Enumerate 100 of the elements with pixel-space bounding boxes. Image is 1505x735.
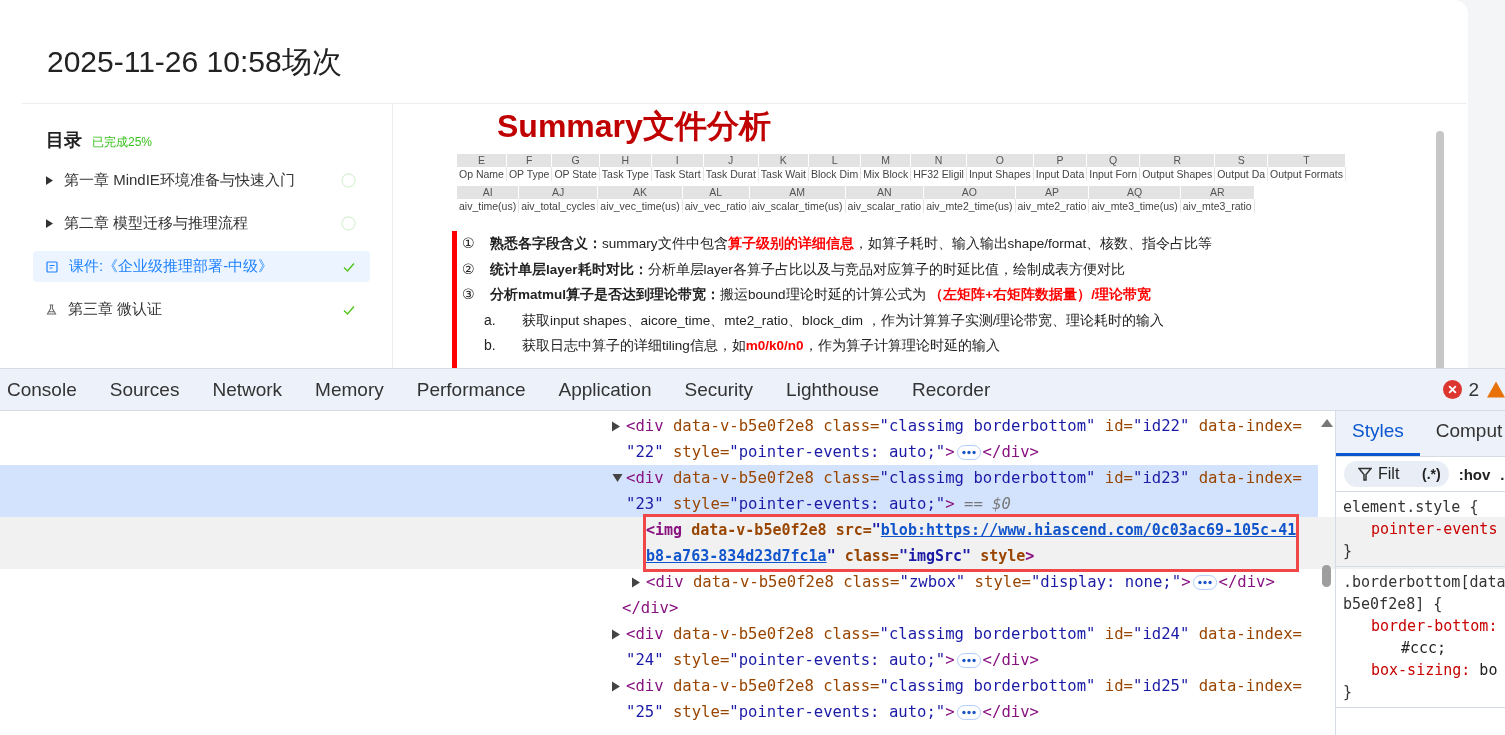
column-header: Block Dim (808, 167, 861, 181)
column-letter: AK (597, 186, 683, 199)
regex-toggle[interactable]: (.*) (1422, 466, 1441, 482)
ellipsis-icon[interactable] (956, 444, 981, 460)
toc-item[interactable]: 第一章 MindIE环境准备与快速入门 (33, 165, 370, 196)
flask-icon (46, 304, 57, 315)
column-letter: O (966, 154, 1034, 167)
column-letter: AQ (1088, 186, 1181, 199)
page-title: 2025-11-26 10:58场次 (22, 0, 1467, 104)
style-rule-line: #ccc; (1400, 638, 1448, 659)
bullet-point: ② 统计单层layer耗时对比：分析单层layer各算子占比以及与竞品对应算子的时延比值，绘制成表方便对比 (462, 259, 1126, 279)
style-rule-line: b5e0f2e8] { (1343, 594, 1444, 615)
style-rule-line: box-sizing: bo (1370, 660, 1499, 681)
toc-item[interactable]: 第三章 微认证 (33, 294, 370, 325)
column-letter: AM (749, 186, 846, 199)
toc-item[interactable]: 课件:《企业级推理部署-中级》 (33, 251, 370, 282)
devtools-tab[interactable]: Sources (109, 378, 180, 401)
devtools-tab[interactable]: Security (684, 378, 754, 401)
column-header: aiv_time(us) (457, 199, 519, 213)
collapse-arrow-icon[interactable] (632, 576, 640, 588)
devtools-tab[interactable]: Recorder (912, 378, 991, 401)
code-line: <div data-v-b5e0f2e8 class="classimg borderbottom" id="id25" data-index= (626, 676, 1302, 697)
more-toggle[interactable]: . (1500, 465, 1505, 483)
bullet-point: a. 获取input shapes、aicore_time、mte2_ratio、block_dim ，作为计算算子实测/理论带宽、理论耗时的输入 (483, 310, 1166, 330)
scrollbar-thumb[interactable] (1436, 131, 1444, 368)
devtools-tab[interactable]: Lighthouse (786, 378, 880, 401)
column-letter: R (1139, 154, 1215, 167)
column-letter: L (808, 154, 861, 167)
style-rule-line: pointer-events (1370, 519, 1499, 540)
style-rule-line: border-bottom: (1370, 616, 1499, 637)
column-header: aiv_total_cycles (518, 199, 598, 213)
ellipsis-icon[interactable] (1192, 574, 1217, 590)
devtools-tab[interactable]: Console (7, 378, 77, 401)
column-header: Input Shapes (966, 167, 1034, 181)
column-letter: AR (1180, 186, 1255, 199)
column-header: Task Durat (703, 167, 759, 181)
hover-toggle[interactable]: :hov (1458, 465, 1491, 483)
code-line: "22" style="pointer-events: auto;"> </div> (626, 442, 1040, 463)
column-letter: K (758, 154, 809, 167)
devtools-tab[interactable]: Memory (315, 378, 384, 401)
warning-icon[interactable] (1487, 381, 1505, 398)
filter-field[interactable]: Filt (.*) (1344, 461, 1449, 487)
column-letter: F (506, 154, 552, 167)
scroll-up-icon[interactable] (1320, 419, 1333, 427)
column-letter: AP (1015, 186, 1089, 199)
document-icon (46, 260, 58, 273)
expand-arrow-icon[interactable] (612, 474, 623, 482)
code-line: </div> (622, 598, 679, 619)
error-count[interactable]: 2 (1468, 378, 1479, 401)
slide-title: Summary文件分析 (496, 108, 772, 144)
ellipsis-icon[interactable] (956, 704, 981, 720)
ellipsis-icon[interactable] (956, 652, 981, 668)
devtools-tab[interactable]: Performance (416, 378, 526, 401)
column-header: aiv_scalar_time(us) (749, 199, 846, 213)
column-header: aiv_scalar_ratio (845, 199, 924, 213)
bullet-point: ③ 分析matmul算子是否达到理论带宽：搬运bound理论时延的计算公式为 （左矩阵+右矩阵数据量）/理论带宽 (462, 285, 1152, 304)
column-header: Task Start (651, 167, 704, 181)
bullet-point: ① 熟悉各字段含义：summary文件中包含算子级别的详细信息，如算子耗时、输入输出shape/format、核数、指令占比等 (462, 234, 1214, 253)
column-letter: M (860, 154, 911, 167)
progress-label: 已完成25% (92, 134, 153, 151)
column-header: Output Formats (1267, 167, 1346, 181)
column-letter: AJ (518, 186, 598, 199)
code-line: <div data-v-b5e0f2e8 class="classimg borderbottom" id="id23" data-index= (626, 468, 1302, 489)
column-letter: G (551, 154, 600, 167)
column-header: Output Shapes (1139, 167, 1215, 181)
code-line: <img data-v-b5e0f2e8 src="blob:https://www.hiascend.com/0c03ac69-105c-41 (646, 520, 1297, 541)
collapse-arrow-icon[interactable] (612, 628, 620, 640)
column-letter: AN (845, 186, 924, 199)
error-icon[interactable] (1443, 380, 1463, 399)
caret-icon (46, 176, 53, 185)
column-header: aiv_vec_time(us) (597, 199, 683, 213)
column-header: aiv_mte3_time(us) (1088, 199, 1181, 213)
column-letter: E (457, 154, 507, 167)
toc-heading: 目录 (46, 129, 82, 152)
column-header: aiv_mte3_ratio (1180, 199, 1255, 213)
panel-tab[interactable]: Comput (1419, 411, 1505, 456)
bullet-point: b. 获取日志中算子的详细tiling信息，如m0/k0/n0，作为算子计算理论时延的输入 (483, 336, 1001, 355)
code-line: <div data-v-b5e0f2e8 class="zwbox" style="display: none;"> </div> (646, 572, 1275, 593)
column-header: Output Da (1214, 167, 1268, 181)
code-line: "25" style="pointer-events: auto;"> </div> (626, 702, 1040, 723)
column-letter: H (599, 154, 652, 167)
column-letter: T (1267, 154, 1346, 167)
toc-item[interactable]: 第二章 模型迁移与推理流程 (33, 208, 370, 239)
devtools-tab[interactable]: Application (558, 378, 652, 401)
collapse-arrow-icon[interactable] (612, 680, 620, 692)
code-line: <div data-v-b5e0f2e8 class="classimg borderbottom" id="id22" data-index= (626, 416, 1302, 437)
filter-icon (1358, 467, 1372, 481)
style-rule-line: } (1343, 541, 1354, 562)
caret-icon (46, 219, 53, 228)
code-line: "23" style="pointer-events: auto;"> == $0 (626, 494, 1012, 515)
devtools-tab[interactable]: Network (212, 378, 283, 401)
panel-tab[interactable]: Styles (1336, 411, 1420, 456)
collapse-arrow-icon[interactable] (612, 420, 620, 432)
column-header: aiv_vec_ratio (682, 199, 750, 213)
column-header: OP Type (506, 167, 552, 181)
scrollbar-thumb[interactable] (1322, 565, 1331, 587)
column-header: aiv_mte2_ratio (1015, 199, 1089, 213)
style-rule-line: } (1343, 682, 1354, 703)
column-header: Task Wait (758, 167, 809, 181)
column-letter: I (651, 154, 704, 167)
